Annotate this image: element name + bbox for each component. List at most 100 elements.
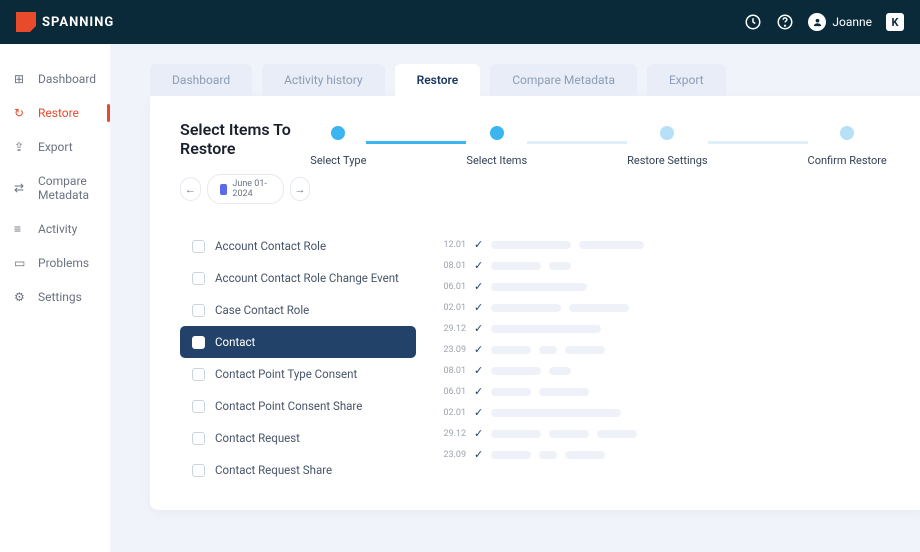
user-menu[interactable]: Joanne	[808, 13, 872, 31]
tab-compare-metadata[interactable]: Compare Metadata	[490, 64, 637, 96]
backup-row[interactable]: 02.01✓	[442, 297, 897, 318]
sidebar-item-compare-metadata[interactable]: ⇄ Compare Metadata	[0, 164, 110, 212]
calendar-icon	[220, 184, 228, 195]
step-dot-icon	[840, 126, 854, 140]
backup-row[interactable]: 29.12✓	[442, 318, 897, 339]
clock-icon[interactable]	[744, 13, 762, 31]
skeleton	[491, 409, 621, 417]
restore-item[interactable]: Contact Request Share	[180, 454, 416, 486]
skeleton	[549, 430, 589, 438]
restore-item[interactable]: Case Contact Role	[180, 294, 416, 326]
sidebar-item-dashboard[interactable]: ⊞Dashboard	[0, 62, 110, 96]
logo-mark-icon	[16, 12, 36, 32]
skeleton	[549, 262, 571, 270]
sidebar-icon: ⊞	[14, 72, 28, 86]
checkbox[interactable]	[192, 368, 205, 381]
check-icon: ✓	[474, 427, 483, 440]
row-date: 06.01	[442, 387, 466, 397]
step-label: Select Type	[310, 154, 366, 167]
tab-export[interactable]: Export	[647, 64, 726, 96]
tabs: Dashboard Activity history Restore Compare …	[150, 64, 920, 96]
item-label: Contact	[215, 335, 255, 349]
date-text: June 01-2024	[232, 179, 270, 199]
row-date: 23.09	[442, 450, 466, 460]
skeleton	[491, 283, 587, 291]
sidebar-nav: ⊞Dashboard↻Restore⇪Export ⇄ Compare Metada…	[0, 44, 110, 552]
skeleton	[491, 451, 531, 459]
sidebar-icon: ⚙	[14, 290, 28, 304]
step-label: Select Items	[466, 154, 527, 167]
skeleton	[491, 262, 541, 270]
user-name: Joanne	[832, 15, 872, 29]
skeleton	[491, 325, 601, 333]
sidebar-item-settings[interactable]: ⚙Settings	[0, 280, 110, 314]
checkbox[interactable]	[192, 272, 205, 285]
k-badge[interactable]: K	[886, 13, 904, 31]
row-date: 12.01	[442, 240, 466, 250]
skeleton	[491, 304, 561, 312]
checkbox[interactable]	[192, 464, 205, 477]
backup-row[interactable]: 23.09 ✓	[442, 444, 897, 465]
skeleton	[491, 346, 531, 354]
avatar-icon	[808, 13, 826, 31]
backup-row[interactable]: 12.01 ✓	[442, 234, 897, 255]
checkbox[interactable]	[192, 432, 205, 445]
checkbox[interactable]	[192, 400, 205, 413]
next-date-button[interactable]: →	[290, 177, 311, 201]
tab-dashboard[interactable]: Dashboard	[150, 64, 252, 96]
prev-date-button[interactable]: ←	[180, 177, 201, 201]
skeleton	[491, 241, 571, 249]
row-date: 08.01	[442, 366, 466, 376]
restore-item[interactable]: Contact Point Type Consent	[180, 358, 416, 390]
check-icon: ✓	[474, 238, 483, 251]
sidebar-item-export[interactable]: ⇪Export	[0, 130, 110, 164]
sidebar-item-restore[interactable]: ↻Restore	[0, 96, 110, 130]
restore-item[interactable]: Contact	[180, 326, 416, 358]
backup-row[interactable]: 06.01✓	[442, 381, 897, 402]
step-3: Confirm Restore	[808, 126, 887, 167]
step-1: Select Items	[466, 126, 527, 167]
backup-row[interactable]: 08.01✓	[442, 360, 897, 381]
backup-row[interactable]: 29.12✓	[442, 423, 897, 444]
step-2: Restore Settings	[627, 126, 707, 167]
step-0: Select Type	[310, 126, 366, 167]
help-icon[interactable]	[776, 13, 794, 31]
check-icon: ✓	[474, 259, 483, 272]
backup-row[interactable]: 02.01✓	[442, 402, 897, 423]
row-date: 23.09	[442, 345, 466, 355]
restore-item[interactable]: Contact Request	[180, 422, 416, 454]
restore-item[interactable]: Account Contact Role Change Event	[180, 262, 416, 294]
date-picker[interactable]: June 01-2024	[207, 174, 284, 204]
tab-activity-history[interactable]: Activity history	[262, 64, 385, 96]
checkbox[interactable]	[192, 304, 205, 317]
sidebar-item-activity[interactable]: ≡Activity	[0, 212, 110, 246]
row-date: 06.01	[442, 282, 466, 292]
skeleton	[539, 388, 589, 396]
sidebar-icon: ⇄	[14, 181, 28, 195]
skeleton	[569, 304, 629, 312]
skeleton	[491, 430, 541, 438]
restore-item[interactable]: Account Contact Role	[180, 230, 416, 262]
backup-row[interactable]: 08.01✓	[442, 255, 897, 276]
checkbox[interactable]	[192, 336, 205, 349]
sidebar-item-problems[interactable]: ▭Problems	[0, 246, 110, 280]
item-label: Contact Point Consent Share	[215, 399, 362, 413]
restore-item[interactable]: Contact Point Consent Share	[180, 390, 416, 422]
check-icon: ✓	[474, 448, 483, 461]
brand-text: SPANNING	[42, 15, 114, 30]
brand-logo: SPANNING	[16, 12, 114, 32]
sidebar-item-label: Compare Metadata	[38, 174, 96, 202]
tab-restore[interactable]: Restore	[395, 64, 481, 96]
sidebar-item-label: Activity	[38, 222, 77, 236]
header-actions: Joanne K	[744, 13, 904, 31]
sidebar-item-label: Export	[38, 140, 73, 154]
skeleton	[539, 451, 557, 459]
item-label: Account Contact Role	[215, 239, 326, 253]
app-header: SPANNING Joanne K	[0, 0, 920, 44]
backup-row[interactable]: 23.09✓	[442, 339, 897, 360]
skeleton	[565, 451, 605, 459]
item-label: Case Contact Role	[215, 303, 309, 317]
backup-row[interactable]: 06.01✓	[442, 276, 897, 297]
skeleton	[539, 346, 557, 354]
checkbox[interactable]	[192, 240, 205, 253]
